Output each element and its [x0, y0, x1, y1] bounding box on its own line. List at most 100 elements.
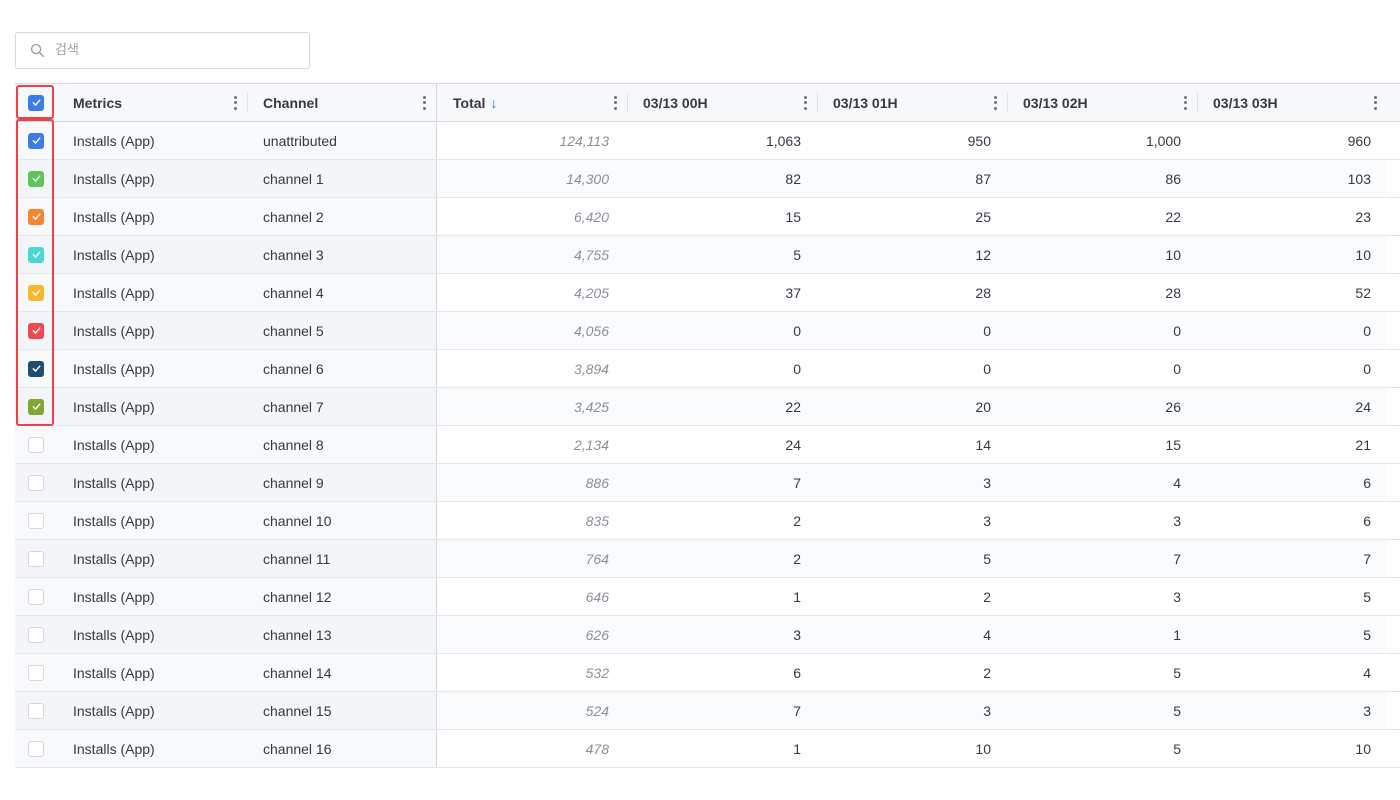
- row-checkbox[interactable]: [28, 436, 44, 453]
- table-row[interactable]: Installs (App) channel 9 886 7 3 4 6: [15, 464, 1400, 502]
- row-checkbox[interactable]: [28, 170, 44, 187]
- row-checkbox[interactable]: [28, 702, 44, 719]
- hour-value-cell: 0: [1007, 312, 1197, 349]
- total-cell: 4,755: [437, 236, 627, 273]
- hour-value-cell: 0: [1197, 312, 1387, 349]
- row-select-cell[interactable]: [15, 160, 57, 197]
- table-row[interactable]: Installs (App) channel 6 3,894 0 0 0 0: [15, 350, 1400, 388]
- column-menu-icon[interactable]: [1373, 95, 1377, 110]
- row-select-cell[interactable]: [15, 236, 57, 273]
- column-menu-icon[interactable]: [422, 95, 426, 110]
- row-checkbox[interactable]: [28, 626, 44, 643]
- table-row[interactable]: Installs (App) channel 15 524 7 3 5 3: [15, 692, 1400, 730]
- row-select-cell[interactable]: [15, 350, 57, 387]
- hour-value-cell: 5: [627, 236, 817, 273]
- row-checkbox[interactable]: [28, 512, 44, 529]
- header-hour-0[interactable]: 03/13 00H: [627, 84, 817, 121]
- total-cell: 4,205: [573, 284, 609, 301]
- metric-cell: Installs (App): [57, 426, 247, 463]
- search-box[interactable]: [15, 32, 310, 69]
- table-row[interactable]: Installs (App) channel 10 835 2 3 3 6: [15, 502, 1400, 540]
- table-row[interactable]: Installs (App) channel 16 478 1 10 5 10: [15, 730, 1400, 768]
- row-checkbox[interactable]: [28, 360, 44, 377]
- header-hour-2[interactable]: 03/13 02H: [1007, 84, 1197, 121]
- search-input[interactable]: [53, 42, 297, 59]
- table-row[interactable]: Installs (App) channel 8 2,134 24 14 15 21: [15, 426, 1400, 464]
- row-select-cell[interactable]: [15, 502, 57, 539]
- hour-value-cell: 21: [1355, 436, 1371, 453]
- hour-value-cell: 37: [785, 284, 801, 301]
- table-row[interactable]: Installs (App) channel 4 4,205 37 28 28 52: [15, 274, 1400, 312]
- hour-value-cell: 0: [793, 360, 801, 377]
- hour-value-cell: 2: [793, 512, 801, 529]
- row-checkbox[interactable]: [28, 208, 44, 225]
- hour-value-cell: 24: [785, 436, 801, 453]
- header-total[interactable]: Total ↓: [437, 84, 627, 121]
- hour-value-cell: 1,000: [1145, 132, 1181, 149]
- table-row[interactable]: Installs (App) channel 7 3,425 22 20 26 24: [15, 388, 1400, 426]
- row-select-cell[interactable]: [15, 198, 57, 235]
- row-select-cell[interactable]: [15, 426, 57, 463]
- table-row[interactable]: Installs (App) channel 5 4,056 0 0 0 0: [15, 312, 1400, 350]
- channel-cell: channel 15: [247, 692, 437, 729]
- row-checkbox[interactable]: [28, 474, 44, 491]
- row-select-cell[interactable]: [15, 464, 57, 501]
- hour-value-cell: 12: [817, 236, 1007, 273]
- select-all-checkbox[interactable]: [28, 94, 44, 111]
- header-hour-label: 03/13 03H: [1213, 94, 1278, 111]
- row-checkbox[interactable]: [28, 740, 44, 757]
- header-hour-label: 03/13 01H: [833, 94, 898, 111]
- hour-value-cell: 3: [817, 692, 1007, 729]
- header-hour-label: 03/13 02H: [1023, 94, 1088, 111]
- table-row[interactable]: Installs (App) channel 13 626 3 4 1 5: [15, 616, 1400, 654]
- hour-value-cell: 23: [1355, 208, 1371, 225]
- row-select-cell[interactable]: [15, 122, 57, 159]
- hour-value-cell: 3: [1173, 512, 1181, 529]
- table-row[interactable]: Installs (App) channel 11 764 2 5 7 7: [15, 540, 1400, 578]
- channel-cell: channel 10: [247, 502, 437, 539]
- hour-value-cell: 5: [1363, 588, 1371, 605]
- row-select-cell[interactable]: [15, 730, 57, 767]
- hour-value-cell: 6: [1363, 512, 1371, 529]
- column-menu-icon[interactable]: [613, 95, 617, 110]
- row-checkbox[interactable]: [28, 664, 44, 681]
- table-row[interactable]: Installs (App) channel 2 6,420 15 25 22 23: [15, 198, 1400, 236]
- row-checkbox[interactable]: [28, 132, 44, 149]
- table-row[interactable]: Installs (App) unattributed 124,113 1,063 95…: [15, 122, 1400, 160]
- column-menu-icon[interactable]: [233, 95, 237, 110]
- row-checkbox[interactable]: [28, 246, 44, 263]
- row-select-cell[interactable]: [15, 578, 57, 615]
- table-row[interactable]: Installs (App) channel 1 14,300 82 87 86 103: [15, 160, 1400, 198]
- header-channel[interactable]: Channel: [247, 84, 437, 121]
- row-checkbox[interactable]: [28, 284, 44, 301]
- sort-descending-icon[interactable]: ↓: [490, 95, 497, 111]
- row-select-cell[interactable]: [15, 388, 57, 425]
- row-checkbox[interactable]: [28, 588, 44, 605]
- column-menu-icon[interactable]: [993, 95, 997, 110]
- row-select-cell[interactable]: [15, 654, 57, 691]
- row-select-cell[interactable]: [15, 692, 57, 729]
- channel-cell: channel 14: [247, 654, 437, 691]
- column-menu-icon[interactable]: [803, 95, 807, 110]
- table-row[interactable]: Installs (App) channel 3 4,755 5 12 10 10: [15, 236, 1400, 274]
- row-select-cell[interactable]: [15, 616, 57, 653]
- table-row[interactable]: Installs (App) channel 14 532 6 2 5 4: [15, 654, 1400, 692]
- row-checkbox[interactable]: [28, 398, 44, 415]
- row-checkbox[interactable]: [28, 550, 44, 567]
- header-hour-3[interactable]: 03/13 03H: [1197, 84, 1387, 121]
- table-row[interactable]: Installs (App) channel 12 646 1 2 3 5: [15, 578, 1400, 616]
- header-hour-1[interactable]: 03/13 01H: [817, 84, 1007, 121]
- header-select-all-cell[interactable]: [15, 84, 57, 121]
- row-select-cell[interactable]: [15, 540, 57, 577]
- hour-value-cell: 3: [983, 512, 991, 529]
- row-select-cell[interactable]: [15, 312, 57, 349]
- hour-value-cell: 28: [1165, 284, 1181, 301]
- hour-value-cell: 15: [1165, 436, 1181, 453]
- hour-value-cell: 26: [1007, 388, 1197, 425]
- row-select-cell[interactable]: [15, 274, 57, 311]
- header-metrics[interactable]: Metrics: [57, 84, 247, 121]
- hour-value-cell: 87: [817, 160, 1007, 197]
- column-menu-icon[interactable]: [1183, 95, 1187, 110]
- row-checkbox[interactable]: [28, 322, 44, 339]
- total-cell: 524: [437, 692, 627, 729]
